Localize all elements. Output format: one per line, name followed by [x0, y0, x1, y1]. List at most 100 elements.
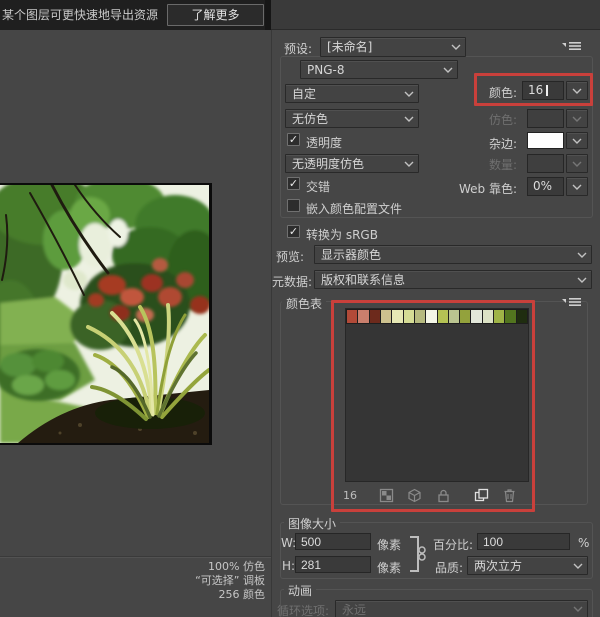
quality-dropdown[interactable]: 两次立方: [467, 556, 588, 575]
chevron-down-icon: [443, 67, 453, 73]
color-swatch[interactable]: [494, 310, 504, 323]
websnap-dropdown[interactable]: [566, 177, 588, 196]
format-dropdown[interactable]: PNG-8: [300, 60, 458, 79]
transparency-dither-value: 无透明度仿色: [292, 157, 364, 171]
map-transparency-icon[interactable]: [379, 488, 394, 503]
colors-value: 16: [528, 83, 543, 97]
color-swatch[interactable]: [505, 310, 515, 323]
chevron-down-icon: [404, 116, 414, 122]
dither-amount-field: [527, 109, 564, 128]
width-input[interactable]: [295, 533, 371, 550]
chevron-down-icon: [451, 44, 461, 50]
colors-combo[interactable]: 16: [522, 81, 564, 100]
dither-method-dropdown[interactable]: 无仿色: [285, 109, 419, 128]
color-swatch[interactable]: [404, 310, 414, 323]
notification-message: 某个图层可更快速地导出资源: [2, 0, 162, 30]
convert-srgb-checkbox[interactable]: ✓: [287, 225, 300, 238]
loop-dropdown: 永远: [335, 600, 588, 617]
chevron-down-icon: [573, 606, 583, 612]
color-swatch[interactable]: [438, 310, 448, 323]
preview-dropdown[interactable]: 显示器颜色: [314, 245, 592, 264]
color-count: 16: [343, 489, 357, 502]
panel-divider: [271, 30, 272, 617]
height-unit: 像素: [377, 559, 401, 576]
text-caret: [546, 85, 548, 96]
color-table-title: 颜色表: [282, 295, 326, 312]
lock-icon[interactable]: [436, 488, 451, 503]
metadata-dropdown[interactable]: 版权和联系信息: [314, 270, 592, 289]
image-size-title: 图像大小: [284, 515, 340, 532]
preset-value: [未命名]: [327, 40, 372, 54]
color-swatch[interactable]: [392, 310, 402, 323]
color-table[interactable]: [345, 308, 529, 482]
convert-srgb-label: 转换为 sRGB: [306, 226, 378, 243]
color-swatch[interactable]: [460, 310, 470, 323]
matte-color-swatch[interactable]: [527, 132, 564, 149]
transparency-dither-dropdown[interactable]: 无透明度仿色: [285, 154, 419, 173]
color-swatch[interactable]: [381, 310, 391, 323]
new-color-icon[interactable]: [474, 488, 489, 503]
loop-label: 循环选项:: [277, 602, 329, 617]
color-swatch[interactable]: [483, 310, 493, 323]
color-swatch[interactable]: [426, 310, 436, 323]
chevron-down-icon: [573, 563, 583, 569]
image-preview[interactable]: [0, 183, 212, 445]
chevron-down-icon: [572, 88, 582, 94]
web-shift-cube-icon[interactable]: [407, 488, 422, 503]
status-divider: [0, 556, 271, 557]
chevron-down-icon: [404, 161, 414, 167]
learn-more-button[interactable]: 了解更多: [167, 4, 264, 26]
chevron-down-icon: [572, 116, 582, 122]
amount-label: 数量:: [489, 156, 517, 173]
link-dimensions-icon[interactable]: [408, 535, 428, 573]
color-swatch[interactable]: [370, 310, 380, 323]
websnap-value: 0%: [533, 179, 552, 193]
color-swatch[interactable]: [471, 310, 481, 323]
loop-value: 永远: [342, 603, 366, 617]
metadata-value: 版权和联系信息: [321, 273, 405, 287]
trash-icon[interactable]: [502, 488, 517, 503]
interlaced-checkbox[interactable]: ✓: [287, 177, 300, 190]
color-swatch-row: [347, 310, 527, 323]
dither-method-value: 无仿色: [292, 112, 328, 126]
color-swatch[interactable]: [358, 310, 368, 323]
websnap-field[interactable]: 0%: [527, 177, 564, 196]
dither-amount-label: 仿色:: [489, 111, 517, 128]
preview-label: 预览:: [276, 248, 304, 265]
preset-dropdown[interactable]: [未命名]: [320, 37, 466, 57]
transparency-checkbox[interactable]: ✓: [287, 133, 300, 146]
animation-title: 动画: [284, 582, 316, 599]
amount-field: [527, 154, 564, 173]
color-swatch[interactable]: [517, 310, 527, 323]
status-palette: “可选择” 调板: [60, 574, 265, 588]
color-reduction-dropdown[interactable]: 自定: [285, 84, 419, 103]
preview-value: 显示器颜色: [321, 248, 381, 262]
interlaced-label: 交错: [306, 178, 330, 195]
width-unit: 像素: [377, 536, 401, 553]
matte-label: 杂边:: [489, 135, 517, 152]
width-label: W:: [281, 536, 296, 550]
quality-label: 品质:: [435, 559, 463, 576]
format-value: PNG-8: [307, 63, 344, 77]
save-for-web-dialog: 某个图层可更快速地导出资源 了解更多: [0, 0, 600, 617]
color-swatch[interactable]: [415, 310, 425, 323]
color-swatch[interactable]: [449, 310, 459, 323]
color-table-menu-icon[interactable]: [561, 296, 583, 308]
preset-menu-icon[interactable]: [561, 40, 583, 52]
colors-dropdown-button[interactable]: [566, 81, 588, 100]
preview-status: 100% 仿色 “可选择” 调板 256 颜色: [60, 560, 265, 602]
color-swatch[interactable]: [347, 310, 357, 323]
percent-unit: %: [578, 536, 589, 550]
embed-profile-checkbox[interactable]: [287, 199, 300, 212]
percent-input[interactable]: [477, 533, 570, 550]
chevron-down-icon: [577, 252, 587, 258]
height-input[interactable]: [295, 556, 371, 573]
status-colors: 256 颜色: [60, 588, 265, 602]
chevron-down-icon: [572, 184, 582, 190]
preset-label: 预设:: [284, 40, 312, 57]
matte-dropdown[interactable]: [566, 132, 588, 149]
height-label: H:: [282, 559, 295, 573]
chevron-down-icon: [572, 161, 582, 167]
top-notification-bar: 某个图层可更快速地导出资源 了解更多: [0, 0, 600, 30]
amount-dropdown: [566, 154, 588, 173]
